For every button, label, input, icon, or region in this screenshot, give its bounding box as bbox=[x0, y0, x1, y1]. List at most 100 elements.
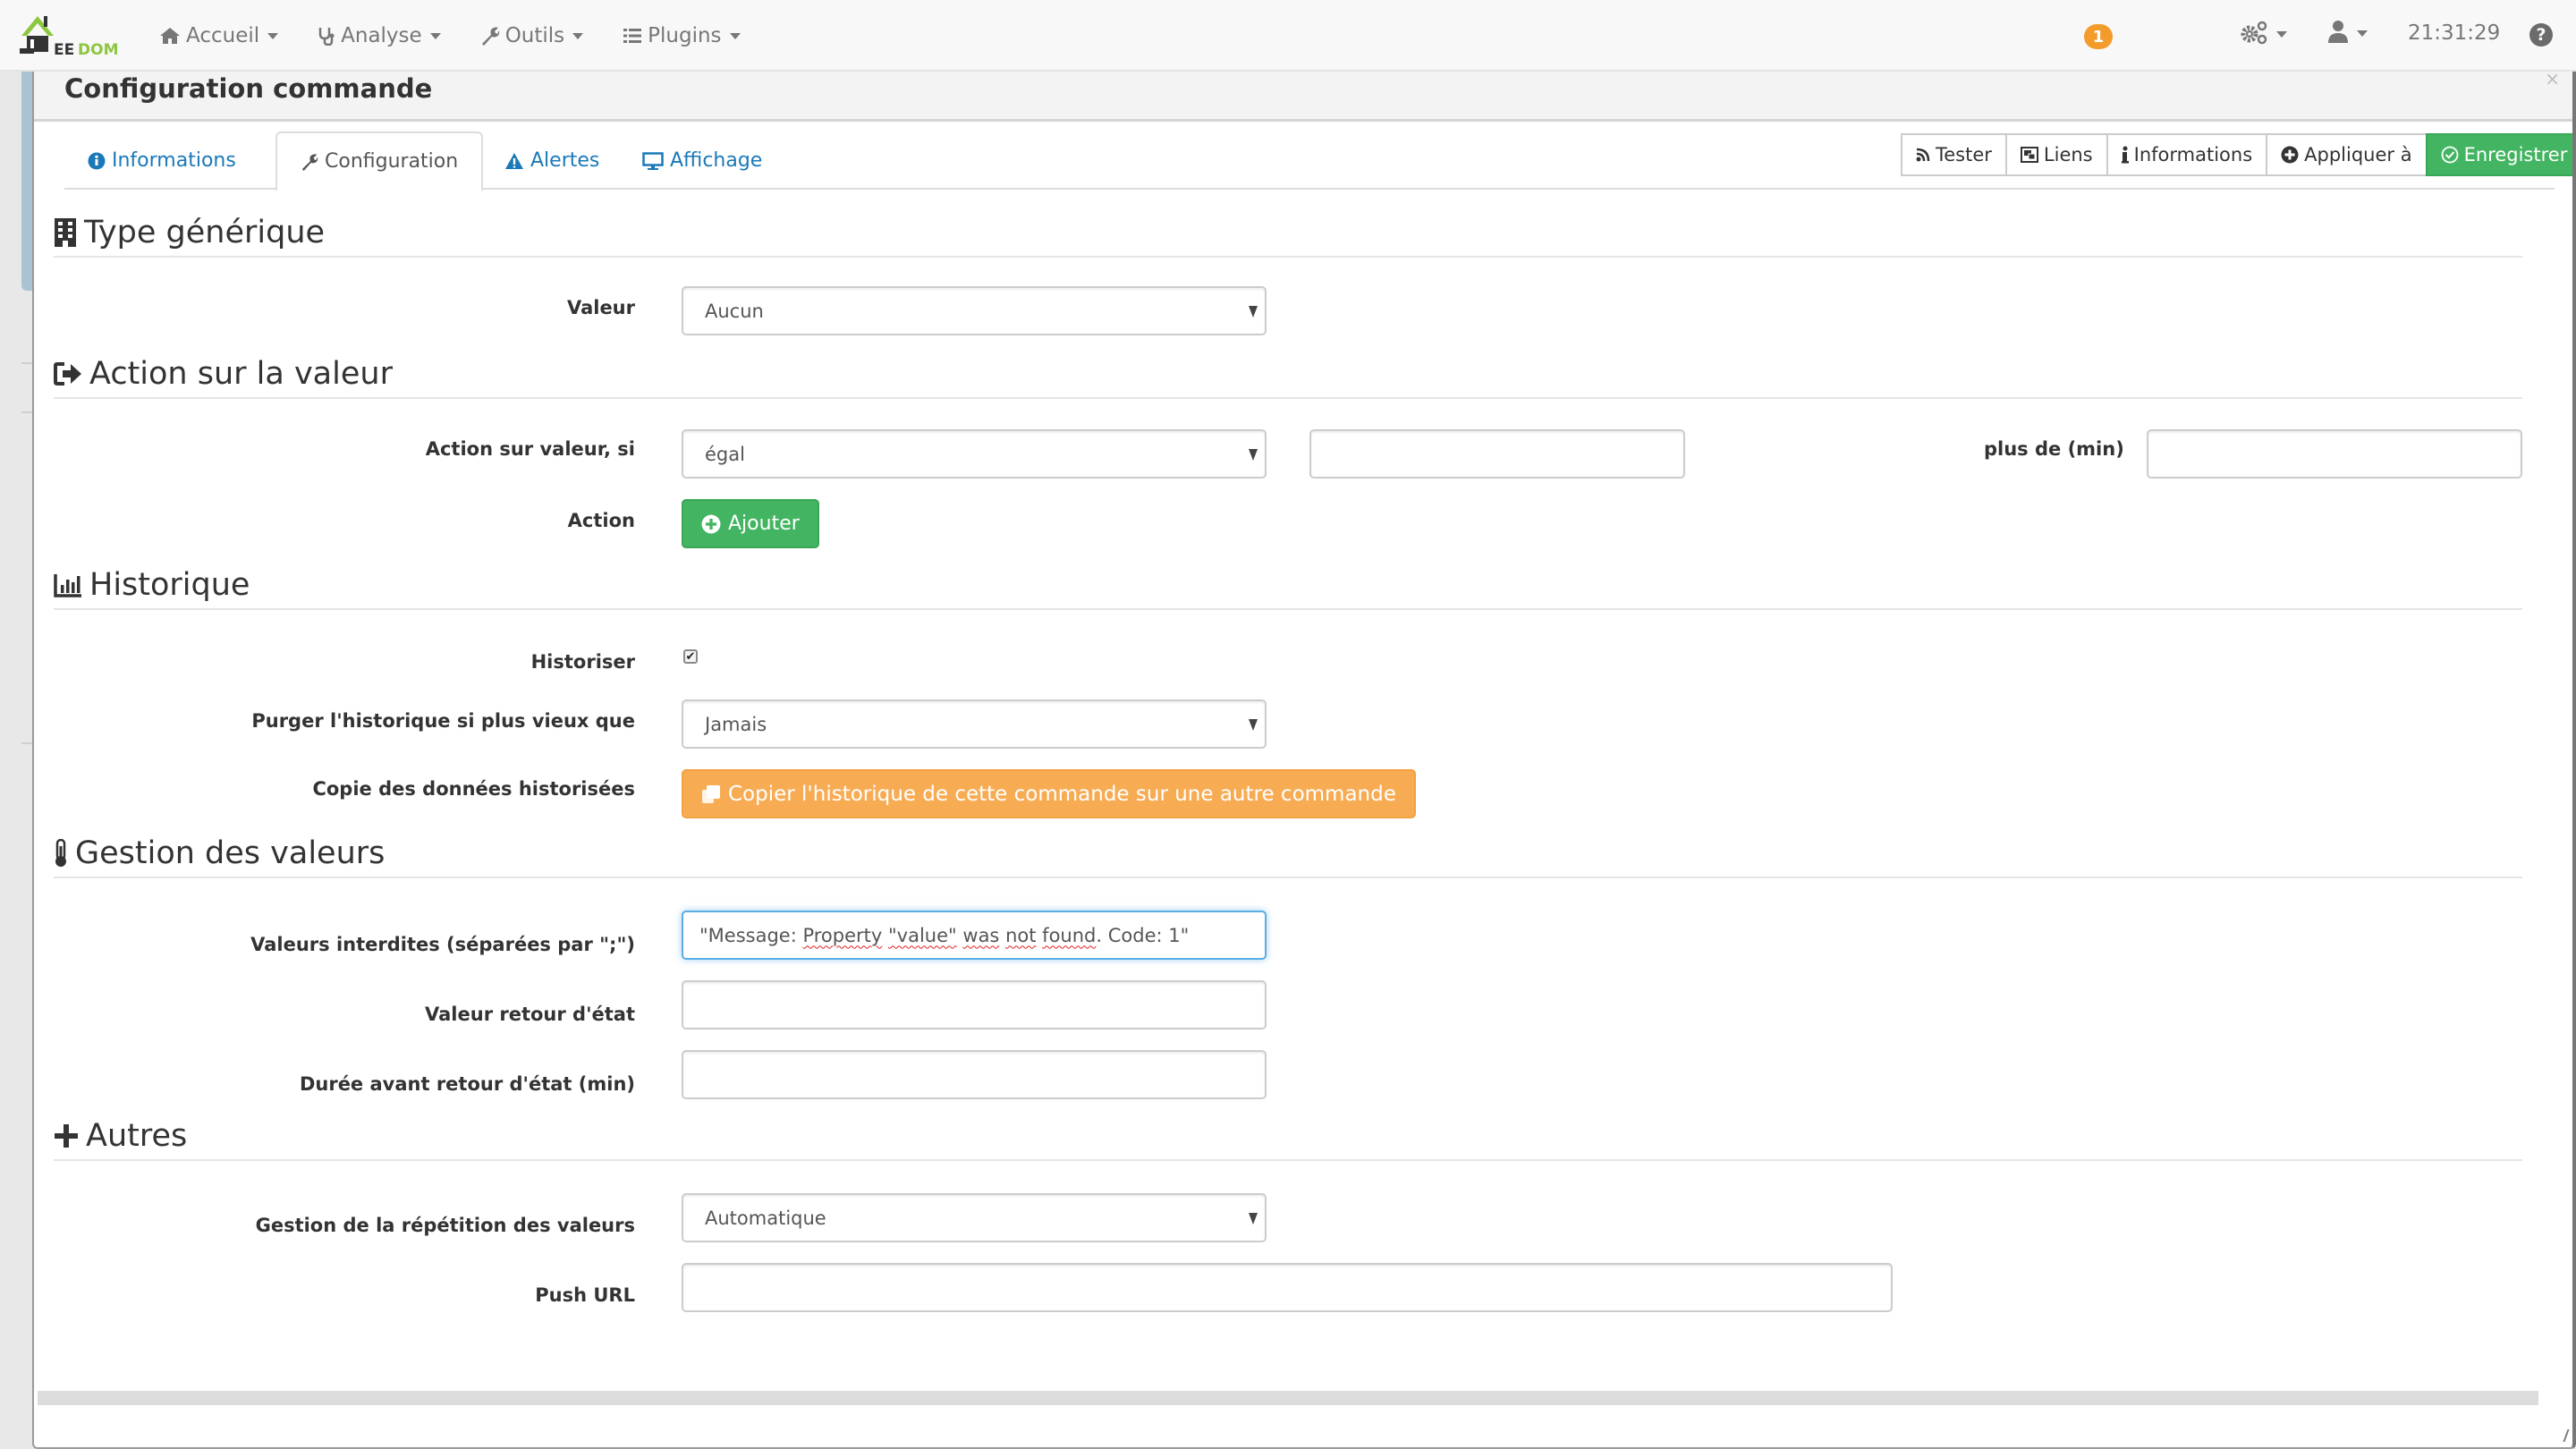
chevron-down-icon bbox=[429, 32, 441, 39]
add-action-button[interactable]: Ajouter bbox=[682, 499, 819, 548]
enregistrer-label: Enregistrer bbox=[2463, 144, 2568, 165]
condition-select[interactable]: égal bbox=[682, 429, 1267, 479]
informations-button[interactable]: Informations bbox=[2106, 133, 2268, 176]
menu-accueil[interactable]: Accueil bbox=[159, 24, 279, 47]
notification-badge[interactable]: 1 bbox=[2084, 24, 2113, 49]
menu-outils-label: Outils bbox=[504, 24, 565, 47]
purge-value: Jamais bbox=[705, 713, 767, 735]
duration-input[interactable] bbox=[2147, 429, 2522, 479]
section-historique: Historique bbox=[54, 567, 2522, 610]
appliquer-button[interactable]: Appliquer à bbox=[2266, 133, 2428, 176]
section-action-valeur: Action sur la valeur bbox=[54, 356, 2522, 399]
menu-outils[interactable]: Outils bbox=[480, 24, 584, 47]
gears-icon bbox=[2240, 20, 2268, 48]
desktop-icon bbox=[642, 151, 664, 170]
enregistrer-button[interactable]: Enregistrer bbox=[2425, 133, 2572, 176]
duration-label: plus de (min) bbox=[1984, 438, 2124, 460]
forbidden-values-text: "Message: Property "value" was not found… bbox=[699, 924, 1190, 946]
purge-label: Purger l'historique si plus vieux que bbox=[251, 710, 635, 732]
section-autres: Autres bbox=[54, 1118, 2522, 1161]
section-type-generique-title: Type générique bbox=[84, 215, 326, 250]
historiser-checkbox[interactable]: ✔ bbox=[683, 649, 698, 664]
svg-text:EE: EE bbox=[54, 41, 74, 59]
condition-label: Action sur valeur, si bbox=[425, 438, 635, 460]
copy-history-label: Copie des données historisées bbox=[312, 778, 635, 800]
menu-analyse-label: Analyse bbox=[341, 24, 422, 47]
help-icon[interactable]: ? bbox=[2529, 23, 2553, 47]
command-actions: Tester Liens Informations Appliquer à En… bbox=[1901, 133, 2572, 176]
section-gestion-valeurs-title: Gestion des valeurs bbox=[75, 835, 386, 871]
section-autres-title: Autres bbox=[86, 1118, 188, 1154]
return-state-input[interactable] bbox=[682, 980, 1267, 1030]
copy-icon bbox=[701, 784, 721, 804]
plus-icon bbox=[54, 1123, 79, 1148]
generic-type-select[interactable]: Aucun bbox=[682, 286, 1267, 335]
repeat-select[interactable]: Automatique bbox=[682, 1193, 1267, 1242]
tab-affichage-label: Affichage bbox=[670, 149, 763, 172]
plus-circle-icon bbox=[701, 514, 721, 534]
rss-icon bbox=[1916, 148, 1930, 162]
section-historique-title: Historique bbox=[89, 567, 250, 603]
close-icon[interactable]: × bbox=[2545, 72, 2560, 89]
user-menu[interactable] bbox=[2327, 20, 2368, 47]
sign-out-icon bbox=[54, 361, 82, 386]
condition-value: égal bbox=[705, 443, 745, 465]
command-config-modal: Configuration commande × Informations Co… bbox=[32, 72, 2576, 1449]
dropdown-arrow-icon bbox=[1249, 1213, 1258, 1224]
return-delay-label: Durée avant retour d'état (min) bbox=[299, 1073, 635, 1095]
return-delay-input[interactable] bbox=[682, 1050, 1267, 1099]
wrench-icon bbox=[301, 153, 318, 171]
forbidden-values-input[interactable]: "Message: Property "value" was not found… bbox=[682, 911, 1267, 960]
tab-informations[interactable]: Informations bbox=[64, 131, 259, 190]
valeur-label: Valeur bbox=[566, 297, 635, 318]
action-label: Action bbox=[567, 510, 635, 531]
informations-label: Informations bbox=[2133, 144, 2253, 165]
liens-button[interactable]: Liens bbox=[2004, 133, 2108, 176]
check-icon: ✔ bbox=[685, 649, 696, 664]
tab-configuration-label: Configuration bbox=[325, 150, 459, 173]
generic-type-value: Aucun bbox=[705, 300, 764, 322]
building-icon bbox=[54, 218, 77, 247]
horizontal-scrollbar[interactable] bbox=[38, 1391, 2538, 1405]
tab-affichage[interactable]: Affichage bbox=[619, 131, 785, 190]
copy-history-label-text: Copier l'historique de cette commande su… bbox=[728, 782, 1396, 806]
modal-title: Configuration commande bbox=[64, 73, 433, 104]
info-circle-icon bbox=[88, 152, 106, 170]
thermometer-icon bbox=[54, 839, 68, 868]
warning-icon bbox=[504, 152, 524, 170]
repeat-label: Gestion de la répétition des valeurs bbox=[255, 1215, 635, 1236]
copy-history-button[interactable]: Copier l'historique de cette commande su… bbox=[682, 769, 1416, 818]
condition-value-input[interactable] bbox=[1309, 429, 1685, 479]
chevron-down-icon bbox=[729, 32, 741, 39]
section-type-generique: Type générique bbox=[54, 215, 2522, 258]
chevron-down-icon bbox=[267, 32, 279, 39]
liens-label: Liens bbox=[2043, 144, 2093, 165]
tab-configuration[interactable]: Configuration bbox=[275, 131, 484, 191]
settings-menu[interactable] bbox=[2240, 20, 2287, 48]
wrench-icon bbox=[480, 26, 500, 46]
main-menu: Accueil Analyse Outils Plugins bbox=[159, 0, 780, 72]
section-action-valeur-title: Action sur la valeur bbox=[89, 356, 393, 392]
repeat-value: Automatique bbox=[705, 1207, 826, 1229]
section-gestion-valeurs: Gestion des valeurs bbox=[54, 835, 2522, 878]
dropdown-arrow-icon bbox=[1249, 449, 1258, 461]
tab-informations-label: Informations bbox=[112, 149, 236, 172]
bar-chart-icon bbox=[54, 572, 82, 597]
push-url-input[interactable] bbox=[682, 1263, 1893, 1312]
menu-plugins[interactable]: Plugins bbox=[623, 24, 741, 47]
menu-analyse[interactable]: Analyse bbox=[318, 24, 441, 47]
info-icon bbox=[2121, 146, 2129, 164]
check-circle-icon bbox=[2441, 146, 2459, 164]
chevron-down-icon bbox=[572, 32, 584, 39]
jeedom-logo[interactable]: EE DOM bbox=[18, 13, 122, 59]
purge-select[interactable]: Jamais bbox=[682, 699, 1267, 749]
tab-alertes-label: Alertes bbox=[530, 149, 600, 172]
modal-header: Configuration commande × bbox=[34, 72, 2572, 122]
resize-handle[interactable] bbox=[2555, 1429, 2570, 1442]
tab-alertes[interactable]: Alertes bbox=[481, 131, 623, 190]
menu-plugins-label: Plugins bbox=[648, 24, 722, 47]
appliquer-label: Appliquer à bbox=[2304, 144, 2412, 165]
tester-button[interactable]: Tester bbox=[1901, 133, 2007, 176]
dropdown-arrow-icon bbox=[1249, 306, 1258, 318]
return-state-label: Valeur retour d'état bbox=[425, 1004, 635, 1025]
